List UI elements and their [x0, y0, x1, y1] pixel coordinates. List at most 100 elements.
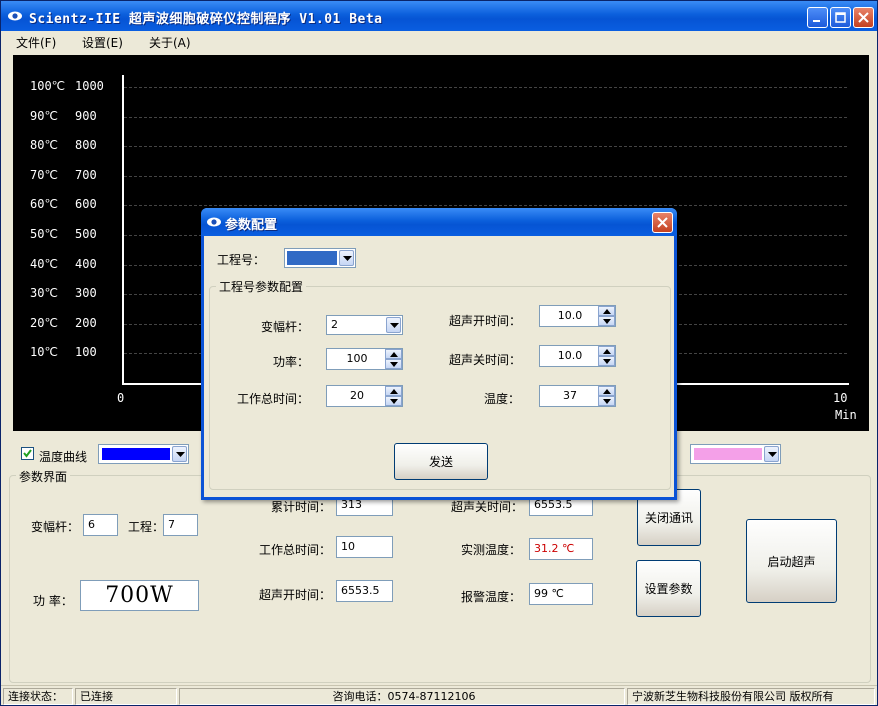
- conn-status-value: 已连接: [75, 688, 177, 705]
- dialog-close-button[interactable]: [652, 212, 673, 233]
- param-config-dialog: 参数配置 工程号： 工程号参数配置 变幅杆： 2 功率： 100 工作总时间： …: [201, 208, 677, 500]
- power-display: 700W: [80, 580, 199, 611]
- spin-down-button[interactable]: [598, 396, 615, 406]
- dlg-horn-value: 2: [331, 318, 338, 331]
- temp-curve-color-select[interactable]: [98, 444, 189, 464]
- minimize-button[interactable]: [807, 7, 828, 28]
- gridline: [124, 87, 847, 88]
- temp-curve-checkbox[interactable]: [21, 447, 34, 460]
- y-tick-power: 1000: [75, 79, 104, 93]
- y-tick-power: 800: [75, 138, 97, 153]
- spin-down-button[interactable]: [598, 316, 615, 326]
- y-tick-power: 700: [75, 167, 97, 182]
- total-time-label: 工作总时间：: [259, 543, 332, 557]
- menu-settings[interactable]: 设置(E): [82, 34, 123, 51]
- y-tick-temp: 30℃: [30, 286, 58, 301]
- dropdown-button[interactable]: [764, 446, 779, 462]
- on-time-label: 超声开时间：: [259, 588, 332, 602]
- dlg-on-time-value: 10.0: [557, 309, 583, 322]
- spin-up-button[interactable]: [385, 386, 402, 396]
- dialog-title-bar[interactable]: 参数配置: [201, 208, 677, 236]
- project-no-select[interactable]: [284, 248, 356, 268]
- params-group: [9, 475, 871, 683]
- power-label: 功 率：: [33, 594, 73, 608]
- status-bar: 连接状态： 已连接 咨询电话：0574-87112106 宁波新芝生物科技股份有…: [1, 685, 877, 705]
- window-title: Scientz-IIE 超声波细胞破碎仪控制程序 V1.01 Beta: [29, 12, 383, 27]
- set-params-button[interactable]: 设置参数: [636, 560, 701, 617]
- close-button[interactable]: [853, 7, 874, 28]
- off-time-label: 超声关时间：: [451, 500, 524, 514]
- arrow-up-icon: [603, 309, 611, 314]
- dlg-off-time-value: 10.0: [557, 349, 583, 362]
- gridline: [124, 146, 847, 148]
- arrow-down-icon: [390, 399, 398, 404]
- gridline: [124, 175, 847, 177]
- horn-value: 6: [83, 514, 118, 536]
- dlg-total-time-spinner[interactable]: 20: [326, 385, 403, 407]
- dropdown-button[interactable]: [386, 317, 401, 333]
- dropdown-button[interactable]: [172, 446, 187, 462]
- project-params-group-title: 工程号参数配置: [216, 278, 307, 295]
- arrow-up-icon: [390, 389, 398, 394]
- dlg-horn-select[interactable]: 2: [326, 315, 403, 335]
- spin-up-button[interactable]: [598, 306, 615, 316]
- arrow-up-icon: [390, 352, 398, 357]
- y-tick-temp: 20℃: [30, 315, 58, 330]
- alarm-temp-value: 99 ℃: [529, 583, 593, 605]
- dlg-on-time-label: 超声开时间：: [449, 314, 522, 328]
- chevron-down-icon: [390, 323, 399, 328]
- horn-label: 变幅杆：: [31, 520, 80, 534]
- spin-down-button[interactable]: [385, 396, 402, 406]
- spin-up-button[interactable]: [385, 349, 402, 359]
- chevron-down-icon: [176, 452, 185, 457]
- power-curve-color-swatch: [694, 448, 762, 460]
- arrow-up-icon: [603, 389, 611, 394]
- chevron-down-icon: [343, 256, 352, 261]
- x-tick-10: 10: [833, 391, 848, 405]
- arrow-down-icon: [390, 362, 398, 367]
- y-tick-temp: 40℃: [30, 256, 58, 271]
- app-eye-icon: [8, 11, 22, 21]
- measured-temp-label: 实测温度：: [461, 543, 522, 557]
- power-curve-color-select[interactable]: [690, 444, 781, 464]
- y-tick-power: 600: [75, 197, 97, 212]
- menu-file[interactable]: 文件(F): [16, 34, 56, 51]
- alarm-temp-label: 报警温度：: [461, 590, 522, 604]
- send-button[interactable]: 发送: [394, 443, 488, 480]
- project-label: 工程：: [128, 520, 165, 534]
- dlg-on-time-spinner[interactable]: 10.0: [539, 305, 616, 327]
- spin-up-button[interactable]: [598, 386, 615, 396]
- project-value: 7: [163, 514, 198, 536]
- chevron-down-icon: [768, 452, 777, 457]
- arrow-down-icon: [603, 359, 611, 364]
- checkmark-icon: [23, 449, 32, 458]
- dlg-temp-spinner[interactable]: 37: [539, 385, 616, 407]
- menu-about[interactable]: 关于(A): [149, 34, 191, 51]
- spin-up-button[interactable]: [598, 346, 615, 356]
- dlg-power-label: 功率：: [273, 355, 310, 369]
- y-tick-power: 100: [75, 345, 97, 360]
- measured-temp-value: 31.2 ℃: [529, 538, 593, 560]
- close-icon: [657, 217, 668, 228]
- start-ultrasonic-button[interactable]: 启动超声: [746, 519, 837, 603]
- on-time-value: 6553.5: [336, 580, 393, 602]
- y-tick-temp: 100℃: [30, 79, 66, 93]
- arrow-down-icon: [603, 399, 611, 404]
- dlg-temp-value: 37: [563, 389, 577, 402]
- maximize-icon: [835, 12, 846, 23]
- maximize-button[interactable]: [830, 7, 851, 28]
- title-bar[interactable]: Scientz-IIE 超声波细胞破碎仪控制程序 V1.01 Beta: [1, 1, 877, 31]
- dlg-off-time-label: 超声关时间：: [449, 353, 522, 367]
- spin-down-button[interactable]: [385, 359, 402, 369]
- spin-down-button[interactable]: [598, 356, 615, 366]
- menu-bar: 文件(F) 设置(E) 关于(A): [1, 31, 877, 51]
- gridline: [124, 205, 847, 207]
- y-tick-temp: 90℃: [30, 108, 58, 123]
- dropdown-button[interactable]: [339, 250, 354, 266]
- dlg-power-value: 100: [346, 352, 368, 365]
- y-axis: [122, 75, 124, 385]
- dlg-power-spinner[interactable]: 100: [326, 348, 403, 370]
- conn-status-label: 连接状态：: [3, 688, 73, 705]
- arrow-up-icon: [603, 349, 611, 354]
- dlg-off-time-spinner[interactable]: 10.0: [539, 345, 616, 367]
